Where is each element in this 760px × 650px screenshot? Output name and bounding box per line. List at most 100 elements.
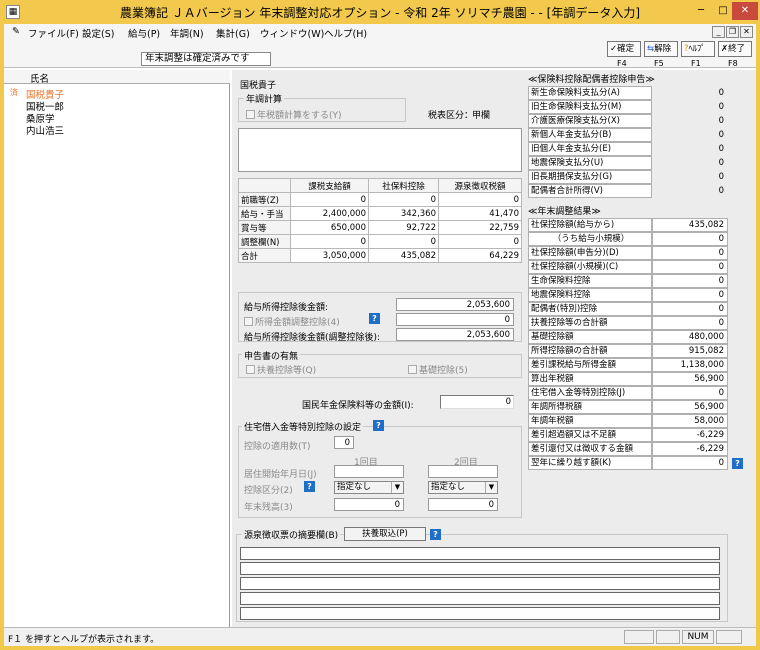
class-dropdown-2[interactable]: 指定なし ▼ (428, 481, 498, 494)
result-row: 差引課税給与所得金額 1,138,000 (528, 358, 728, 372)
result-row: 所得控除額の合計額 915,082 (528, 344, 728, 358)
grid-cell: 22,759 (438, 220, 522, 235)
help-icon[interactable]: ? (732, 458, 743, 469)
memo-line[interactable] (240, 577, 720, 590)
grid-cell[interactable]: 0 (368, 234, 439, 249)
menu-window[interactable]: ウィンドウ(W) (260, 26, 324, 40)
status-text: F１ を押すとヘルプが表示されます。 (8, 635, 160, 645)
memo-line[interactable] (240, 592, 720, 605)
help-button[interactable]: ?ﾍﾙﾌﾟ (681, 41, 715, 57)
balance-2[interactable]: 0 (428, 498, 498, 511)
class-dropdown-1[interactable]: 指定なし ▼ (334, 481, 404, 494)
note-area (238, 128, 522, 172)
result-row: 年調所得税額 56,900 (528, 400, 728, 414)
chevron-down-icon: ▼ (485, 482, 497, 493)
move-in-date-2[interactable] (428, 465, 498, 478)
result-row[interactable]: 社保控除額(申告分)(D) 0 (528, 246, 728, 260)
maximize-icon[interactable]: □ (712, 2, 734, 20)
help-icon[interactable]: ? (430, 529, 441, 540)
grid-cell[interactable]: 0 (438, 234, 522, 249)
release-button[interactable]: ⇆解除 (644, 41, 678, 57)
declaration-group-title: 申告書の有無 (242, 349, 301, 362)
status-cell (656, 630, 680, 644)
grid-row-label: 給与・手当 (238, 206, 291, 221)
deduction-amount-label: 給与所得控除後金額: (244, 303, 329, 313)
employee-name: 国税貴子 (240, 81, 277, 91)
deduction-amount-value: 2,053,600 (396, 298, 514, 311)
mdi-close-icon[interactable]: ✕ (740, 26, 753, 38)
checkbox-icon (244, 317, 253, 326)
grid-cell[interactable]: 0 (368, 192, 439, 207)
menu-icon[interactable]: ✎ (12, 26, 20, 37)
income-grid: 課税支給額 社保料控除 源泉徴収税額 前職等(Z) 0 0 0 給与・手当 2,… (238, 178, 522, 263)
insurance-row[interactable]: 配偶者合計所得(V) 0 (528, 184, 728, 198)
result-row: 配偶者(特別)控除 0 (528, 302, 728, 316)
memo-line[interactable] (240, 562, 720, 575)
grid-cell[interactable]: 0 (438, 192, 522, 207)
nencho-checkbox[interactable]: 年税額計算をする(Y) (246, 108, 342, 121)
memo-line[interactable] (240, 607, 720, 620)
chevron-down-icon: ▼ (391, 482, 403, 493)
tax-class-label: 税表区分： (428, 111, 474, 121)
after-adjust-label: 給与所得控除後金額(調整控除後): (244, 333, 381, 343)
checkbox-icon (408, 365, 417, 374)
housing-count-input[interactable]: 0 (334, 436, 354, 449)
grid-cell[interactable]: 0 (290, 234, 369, 249)
insurance-row[interactable]: 旧長期損保支払分(G) 0 (528, 170, 728, 184)
employee-list: 氏名 済 国税貴子 国税一郎 桑原学 内山浩三 (4, 70, 230, 627)
result-row[interactable]: 住宅借入金等特別控除(J) 0 (528, 386, 728, 400)
minimize-icon[interactable]: ─ (690, 2, 712, 20)
insurance-row[interactable]: 旧個人年金支払分(E) 0 (528, 142, 728, 156)
help-icon[interactable]: ? (373, 420, 384, 431)
result-row: 基礎控除額 480,000 (528, 330, 728, 344)
result-row[interactable]: 翌年に繰り越す額(K) 0 (528, 456, 728, 470)
result-row: （うち給与小規模） 0 (528, 232, 728, 246)
move-in-label: 居住開始年月日(J) (244, 470, 317, 480)
exit-button[interactable]: ✗終了 (718, 41, 752, 57)
adjust-checkbox[interactable]: 所得金額調整控除(4) (244, 315, 340, 328)
menu-aggregate[interactable]: 集計(G) (216, 26, 250, 40)
insurance-row[interactable]: 介護医療保険支払分(X) 0 (528, 114, 728, 128)
insurance-row[interactable]: 地震保険支払分(U) 0 (528, 156, 728, 170)
grid-cell: 41,470 (438, 206, 522, 221)
menu-file[interactable]: ファイル(F) (28, 26, 79, 40)
pension-input[interactable]: 0 (440, 395, 514, 409)
grid-cell[interactable]: 0 (290, 192, 369, 207)
fuyo-import-button[interactable]: 扶養取込(P) (344, 527, 426, 541)
menu-help[interactable]: ヘルプ(H) (324, 26, 367, 40)
title-bar: ▦ 農業簿記 ＪＡバージョン 年末調整対応オプション - 令和 2年 ソリマチ農… (0, 0, 760, 24)
grid-corner (238, 178, 291, 193)
checkbox-icon (246, 110, 255, 119)
grid-header: 社保料控除 (368, 178, 439, 193)
help-icon[interactable]: ? (369, 313, 380, 324)
insurance-row[interactable]: 新個人年金支払分(B) 0 (528, 128, 728, 142)
insurance-row[interactable]: 新生命保険料支払分(A) 0 (528, 86, 728, 100)
result-row[interactable]: 社保控除額(小規模)(C) 0 (528, 260, 728, 274)
status-cell (624, 630, 654, 644)
memo-line[interactable] (240, 547, 720, 560)
balance-1[interactable]: 0 (334, 498, 404, 511)
fuyo-checkbox[interactable]: 扶養控除等(Q) (246, 363, 316, 376)
close-icon[interactable]: ✕ (732, 2, 758, 20)
help-icon[interactable]: ? (304, 481, 315, 492)
grid-cell: 650,000 (290, 220, 369, 235)
grid-row: 給与・手当 2,400,000 342,360 41,470 (238, 206, 522, 221)
checkbox-icon (246, 365, 255, 374)
menu-nencho[interactable]: 年調(N) (170, 26, 204, 40)
employee-item[interactable]: 内山浩三 (26, 123, 64, 137)
menu-settings[interactable]: 設定(S) (82, 26, 114, 40)
menu-salary[interactable]: 給与(P) (128, 26, 160, 40)
grid-cell: 92,722 (368, 220, 439, 235)
result-row: 地震保険料控除 0 (528, 288, 728, 302)
confirm-button[interactable]: ✓確定 (607, 41, 641, 57)
balance-label: 年末残高(3) (244, 503, 293, 513)
application-window: ▦ 農業簿記 ＪＡバージョン 年末調整対応オプション - 令和 2年 ソリマチ農… (0, 0, 760, 650)
grid-cell: 342,360 (368, 206, 439, 221)
kiso-checkbox[interactable]: 基礎控除(5) (408, 363, 468, 376)
grid-row: 賞与等 650,000 92,722 22,759 (238, 220, 522, 235)
mdi-minimize-icon[interactable]: _ (712, 26, 725, 38)
grid-row: 合計 3,050,000 435,082 64,229 (238, 248, 522, 263)
move-in-date-1[interactable] (334, 465, 404, 478)
insurance-row[interactable]: 旧生命保険料支払分(M) 0 (528, 100, 728, 114)
mdi-restore-icon[interactable]: ❐ (726, 26, 739, 38)
